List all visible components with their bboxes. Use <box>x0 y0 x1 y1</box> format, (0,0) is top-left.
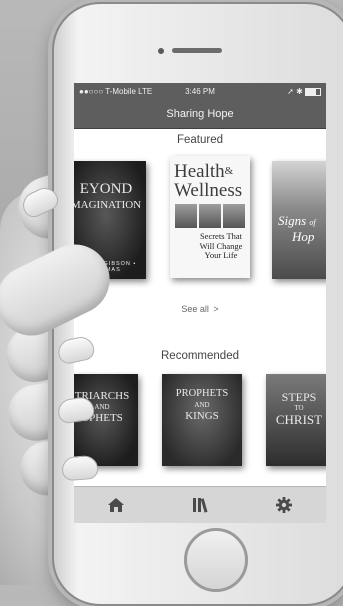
book-title: Signs of Hop <box>278 213 326 245</box>
book-title-amp: & <box>224 165 234 177</box>
book-title-hope: Hop <box>292 229 315 244</box>
status-icons: ➚ ✱ <box>240 87 322 96</box>
book-title-line: KINGS <box>185 410 219 422</box>
app-screen: ●●○○○ T-Mobile LTE 3:46 PM ➚ ✱ Sharing H… <box>74 83 326 523</box>
home-button[interactable] <box>184 528 248 592</box>
book-title-wellness: Wellness <box>174 180 243 201</box>
book-title-line: EYOND <box>79 181 133 197</box>
featured-carousel[interactable]: EYOND MAGINATION NSON • GIBSON • THOMAS … <box>74 156 326 296</box>
clock: 3:46 PM <box>185 87 215 96</box>
book-title-line: PROPHETS <box>175 388 229 399</box>
book-subtitle: Secrets That Will Change Your Life <box>199 231 243 260</box>
status-bar: ●●○○○ T-Mobile LTE 3:46 PM ➚ ✱ <box>74 83 326 100</box>
recommended-carousel[interactable]: TRIARCHS AND OPHETS PROPHETS AND KINGS S… <box>74 374 326 466</box>
book-title-line: TO <box>294 404 304 412</box>
featured-heading: Featured <box>176 134 224 146</box>
see-all-label: See all <box>181 304 209 314</box>
chevron-right-icon: > <box>213 304 219 314</box>
nav-bar: Sharing Hope <box>74 100 326 129</box>
front-camera <box>158 48 164 54</box>
see-all-link[interactable]: See all > <box>74 304 326 314</box>
battery-icon <box>305 87 322 96</box>
app-title: Sharing Hope <box>166 108 234 120</box>
book-title-signs: Signs <box>278 213 307 228</box>
location-bluetooth-icons: ➚ ✱ <box>287 87 303 96</box>
book-title-of: of <box>309 218 316 227</box>
fingernail <box>61 454 99 482</box>
carrier-label: ●●○○○ T-Mobile LTE <box>79 87 153 96</box>
book-title-line: AND <box>194 401 210 409</box>
book-title: Health& Wellness <box>174 162 242 200</box>
tab-bar <box>74 486 326 523</box>
book-title-line: MAGINATION <box>74 199 142 211</box>
earpiece-speaker <box>172 48 222 53</box>
tab-settings[interactable] <box>264 490 304 520</box>
book-title-line: STEPS <box>281 390 317 404</box>
book-title-line: CHRIST <box>275 412 323 427</box>
library-icon <box>193 498 208 513</box>
book-prophets-and-kings[interactable]: PROPHETS AND KINGS <box>162 374 242 466</box>
recommended-heading: Recommended <box>161 350 239 362</box>
gear-icon <box>276 497 292 513</box>
tab-library[interactable] <box>180 490 220 520</box>
tab-home[interactable] <box>96 490 136 520</box>
book-signs-of-hope[interactable]: Signs of Hop <box>272 161 326 279</box>
book-title-health: Health <box>174 161 225 182</box>
book-steps-to-christ[interactable]: STEPS TO CHRIST <box>266 374 326 466</box>
book-health-wellness[interactable]: Health& Wellness Secrets That Will Chang… <box>170 156 250 278</box>
cover-photos <box>175 204 245 228</box>
home-icon <box>108 498 124 512</box>
